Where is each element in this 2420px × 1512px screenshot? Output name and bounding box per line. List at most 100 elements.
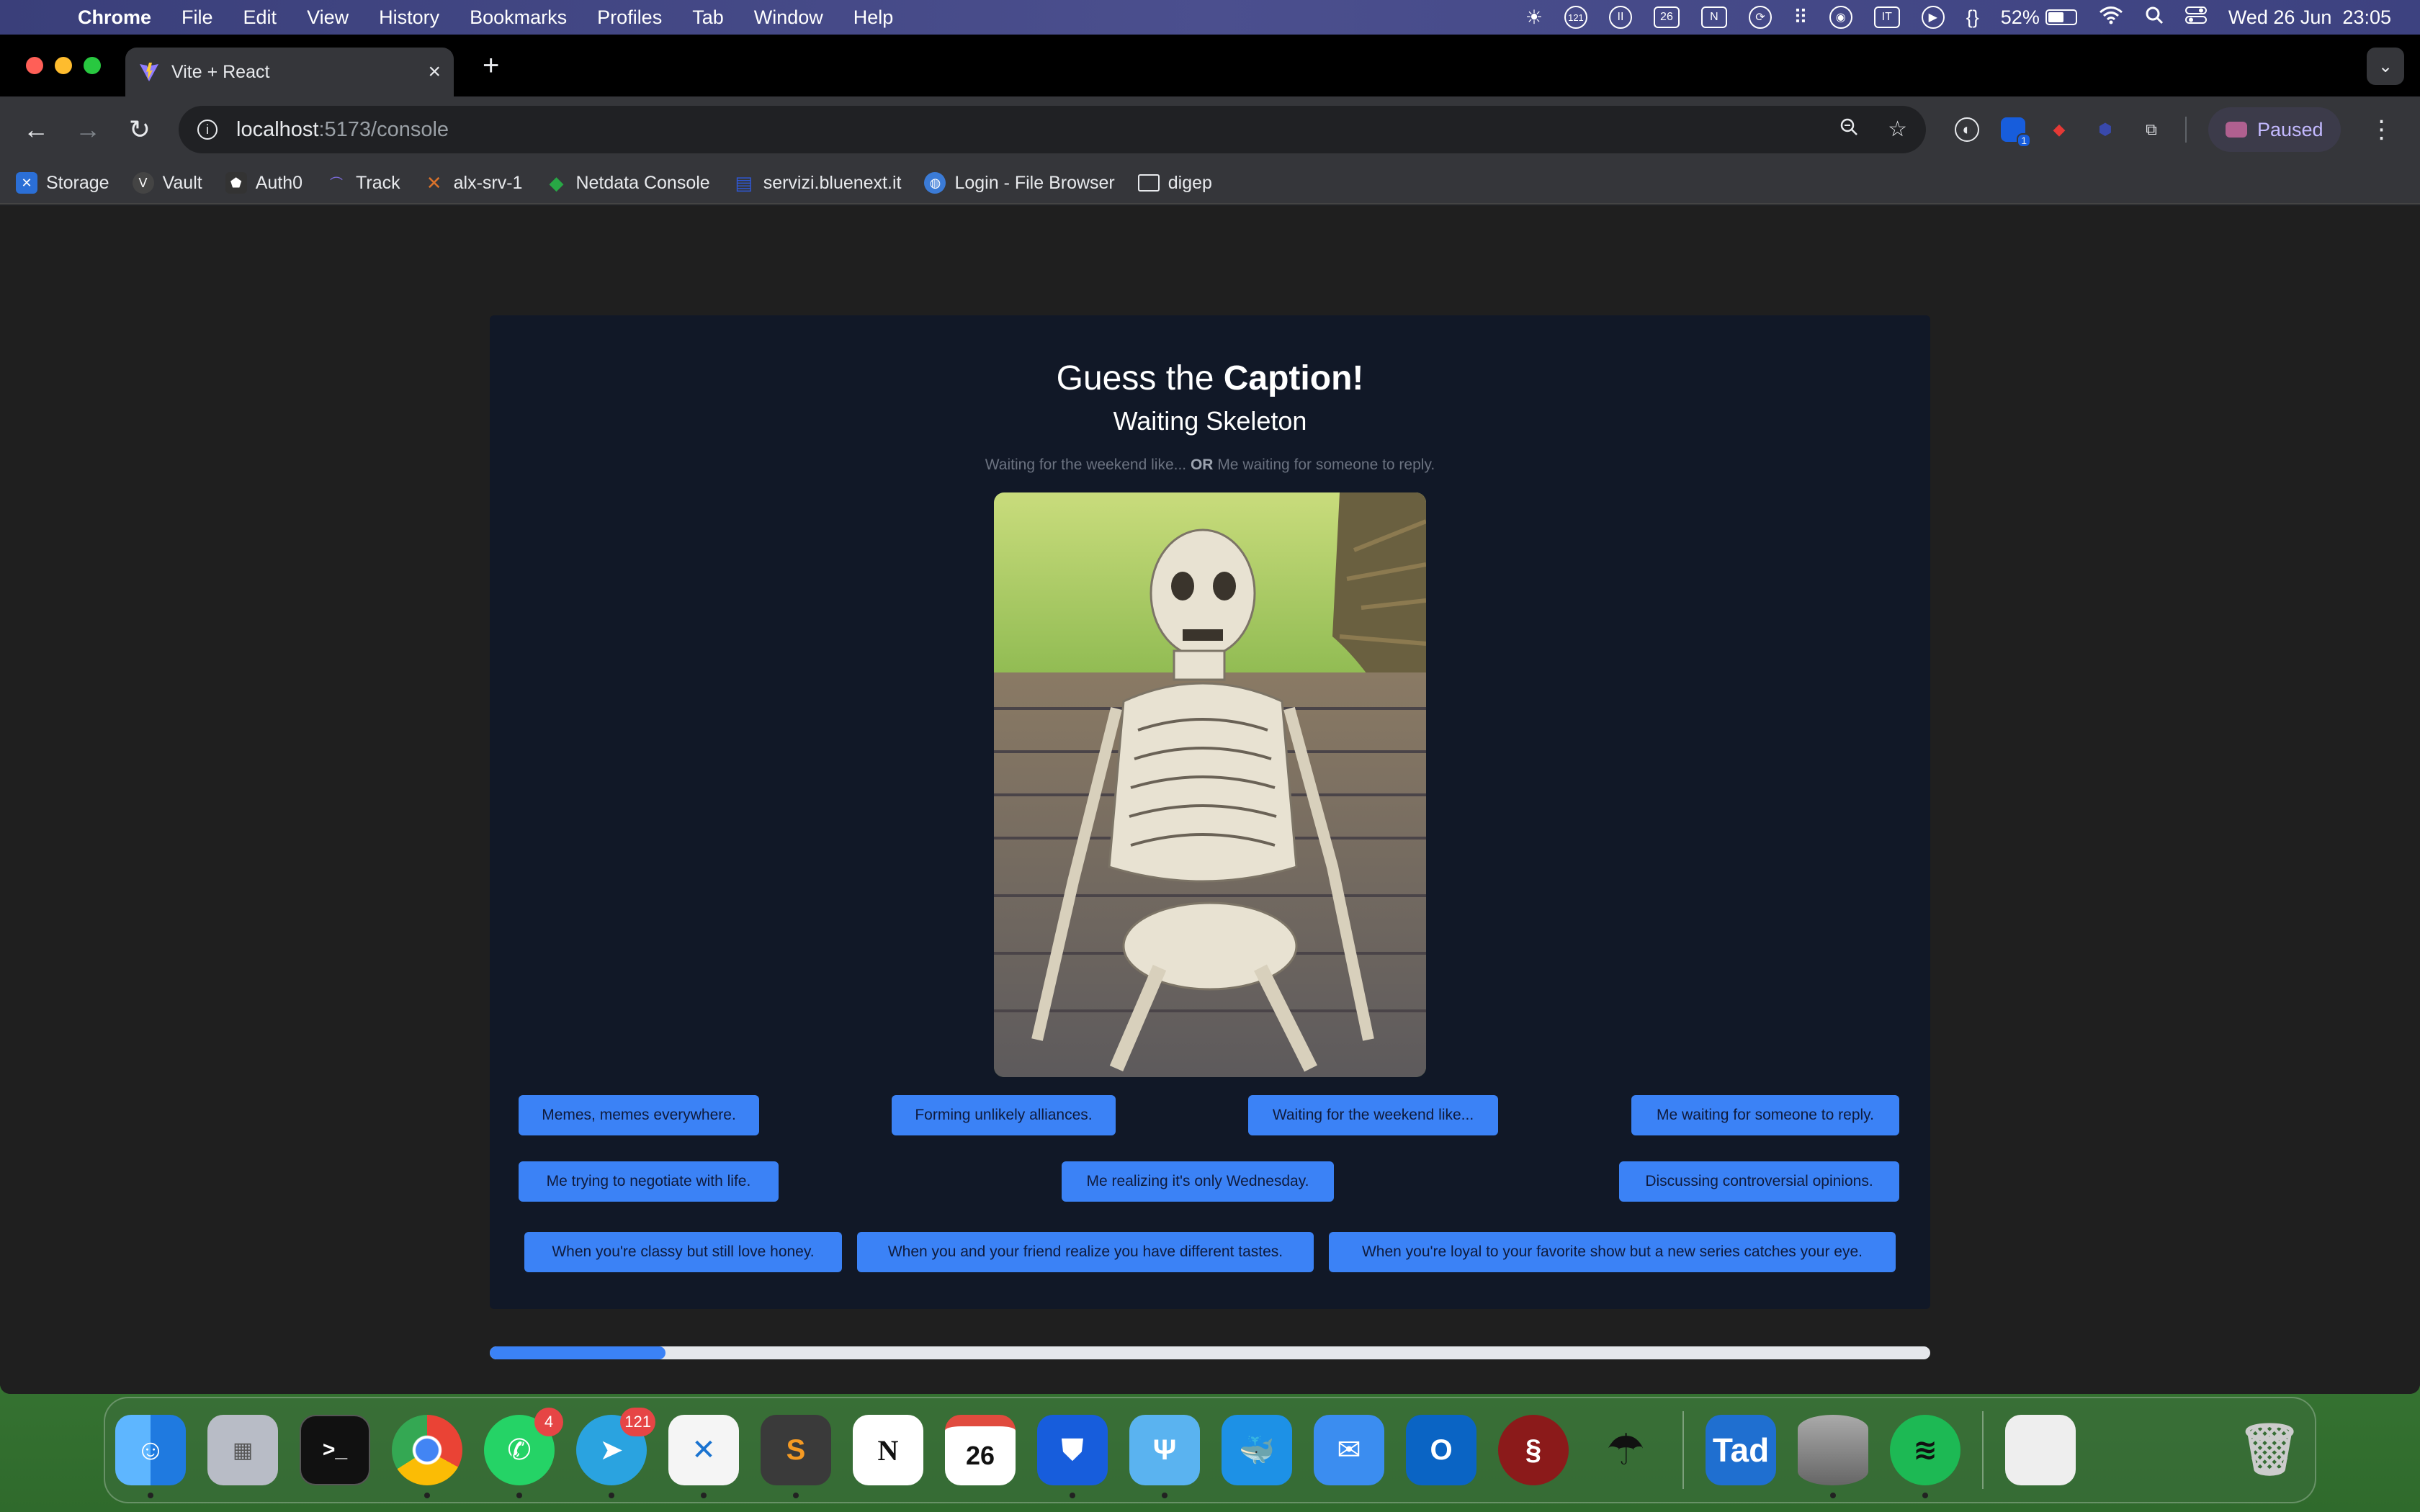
menu-app-name[interactable]: Chrome: [78, 6, 151, 29]
minimize-window-button[interactable]: [55, 57, 72, 74]
bookmark-storage[interactable]: ✕ Storage: [16, 172, 109, 194]
datetime[interactable]: Wed 26 Jun 23:05: [2228, 6, 2391, 29]
profile-button[interactable]: Paused: [2208, 107, 2341, 152]
bookmark-alx-srv-1[interactable]: ✕ alx-srv-1: [424, 172, 523, 194]
caption-option-button[interactable]: When you're classy but still love honey.: [524, 1232, 842, 1272]
netdata-icon: ◆: [549, 171, 564, 194]
wifi-icon[interactable]: [2099, 6, 2123, 30]
bookmark-auth0[interactable]: ⬟ Auth0: [225, 172, 302, 194]
caption-option-button[interactable]: Me trying to negotiate with life.: [519, 1161, 779, 1202]
caption-option-button[interactable]: Forming unlikely alliances.: [892, 1095, 1116, 1135]
bookmark-file-browser[interactable]: ◍ Login - File Browser: [924, 172, 1115, 194]
database-icon[interactable]: [1798, 1415, 1868, 1498]
extension-dark-icon[interactable]: ◐: [1955, 117, 1979, 142]
bookmark-netdata[interactable]: ◆ Netdata Console: [545, 172, 709, 194]
forward-button[interactable]: →: [66, 108, 109, 151]
tad-icon[interactable]: Tad: [1706, 1415, 1776, 1485]
menu-file[interactable]: File: [182, 6, 213, 29]
bookmark-label: Netdata Console: [575, 172, 710, 193]
extensions-area: ◐ 1 ◆ ⬢ ⧉ Paused ⋮: [1955, 107, 2394, 152]
spotify-icon[interactable]: ≋: [1890, 1415, 1960, 1498]
dock-separator: [1682, 1411, 1684, 1489]
address-bar[interactable]: i localhost:5173/console ☆: [179, 106, 1926, 153]
back-button[interactable]: ←: [14, 108, 58, 151]
terminal-icon[interactable]: >_: [300, 1415, 370, 1485]
caption-option-button[interactable]: Discussing controversial opinions.: [1619, 1161, 1899, 1202]
caption-option-button[interactable]: Me waiting for someone to reply.: [1631, 1095, 1899, 1135]
vscode-icon[interactable]: ✕: [668, 1415, 739, 1498]
toolbar-divider: [2185, 117, 2187, 143]
notion-icon[interactable]: N: [853, 1415, 923, 1485]
reload-button[interactable]: ↻: [118, 108, 161, 151]
bookmark-star-icon[interactable]: ☆: [1888, 117, 1907, 143]
menu-profiles[interactable]: Profiles: [597, 6, 662, 29]
menu-view[interactable]: View: [307, 6, 349, 29]
caption-option-button[interactable]: Waiting for the weekend like...: [1248, 1095, 1498, 1135]
notifications-status-icon[interactable]: 121: [1564, 6, 1587, 29]
zoom-icon[interactable]: [1839, 117, 1859, 143]
telegram-icon[interactable]: ➤ 121: [576, 1408, 655, 1498]
outlook-icon[interactable]: O: [1406, 1415, 1476, 1485]
caption-option-button[interactable]: When you're loyal to your favorite show …: [1329, 1232, 1896, 1272]
red-extension-icon[interactable]: ◆: [2047, 117, 2071, 142]
bitwarden-extension-icon[interactable]: 1: [2001, 117, 2031, 148]
bitwarden-icon[interactable]: ⛊: [1037, 1415, 1108, 1498]
menu-bookmarks[interactable]: Bookmarks: [470, 6, 567, 29]
menu-window[interactable]: Window: [754, 6, 823, 29]
notion-status-icon[interactable]: N: [1700, 6, 1727, 28]
control-center-icon[interactable]: [2184, 6, 2207, 30]
more-menu-icon[interactable]: ⋮: [2370, 115, 2394, 144]
fork-icon[interactable]: Ψ: [1129, 1415, 1200, 1498]
whatsapp-icon[interactable]: ✆ 4: [484, 1408, 563, 1498]
bookmark-vault[interactable]: V Vault: [132, 172, 202, 194]
tab-search-button[interactable]: ⌄: [2367, 48, 2404, 85]
close-window-button[interactable]: [26, 57, 43, 74]
umbrella-icon[interactable]: ☂: [1590, 1415, 1661, 1485]
new-tab-button[interactable]: +: [483, 50, 499, 82]
sublime-text-icon[interactable]: S: [761, 1415, 831, 1498]
bookmark-folder-digep[interactable]: digep: [1137, 173, 1212, 194]
grid-icon[interactable]: ⠿: [1793, 6, 1808, 29]
pause-icon[interactable]: II: [1608, 6, 1632, 29]
launchpad-icon[interactable]: ▦: [207, 1415, 278, 1485]
vault-icon: V: [132, 172, 154, 194]
caption-option-button[interactable]: Me realizing it's only Wednesday.: [1062, 1161, 1334, 1202]
menu-history[interactable]: History: [379, 6, 439, 29]
chrome-icon[interactable]: [392, 1415, 462, 1498]
caption-option-button[interactable]: Memes, memes everywhere.: [519, 1095, 759, 1135]
calendar-icon[interactable]: 26: [945, 1415, 1016, 1485]
spotlight-search-icon[interactable]: [2145, 6, 2164, 30]
brightness-icon[interactable]: ☀: [1525, 6, 1543, 29]
finder-icon[interactable]: ☺: [115, 1415, 186, 1498]
sync-icon[interactable]: ⟳: [1748, 6, 1772, 29]
bookmark-servizi[interactable]: ▤ servizi.bluenext.it: [733, 172, 901, 194]
close-tab-icon[interactable]: ×: [428, 60, 441, 84]
bookmarks-bar: ✕ Storage V Vault ⬟ Auth0 ⌒ Track ✕ alx-srv-1…: [0, 163, 2420, 204]
url-path: :5173/console: [318, 117, 449, 141]
menu-help[interactable]: Help: [853, 6, 894, 29]
bookmark-track[interactable]: ⌒ Track: [326, 172, 400, 194]
chevron-down-icon: ⌄: [2378, 56, 2393, 76]
trash-icon[interactable]: 🗑: [2234, 1415, 2305, 1485]
extensions-puzzle-icon[interactable]: ⧉: [2139, 117, 2164, 142]
blue-extension-icon[interactable]: ⬢: [2093, 117, 2118, 142]
camera-icon[interactable]: ◉: [1829, 6, 1852, 29]
site-info-icon[interactable]: i: [197, 120, 218, 140]
menu-edit[interactable]: Edit: [243, 6, 277, 29]
tab-vite-react[interactable]: Vite + React ×: [125, 48, 454, 96]
calendar-status-icon[interactable]: 26: [1653, 6, 1680, 28]
play-icon[interactable]: ▶: [1921, 6, 1945, 29]
docker-icon[interactable]: 🐳: [1222, 1415, 1292, 1485]
input-source-icon[interactable]: IT: [1873, 6, 1900, 28]
zoom-window-button[interactable]: [84, 57, 101, 74]
bookmark-label: Storage: [46, 172, 109, 193]
document-stack-icon[interactable]: [2005, 1415, 2076, 1485]
macos-menu-bar: Chrome File Edit View History Bookmarks …: [0, 0, 2420, 35]
menu-tab[interactable]: Tab: [692, 6, 724, 29]
tab-strip: Vite + React × + ⌄: [0, 35, 2420, 96]
wireguard-icon[interactable]: §: [1498, 1415, 1569, 1485]
caption-option-button[interactable]: When you and your friend realize you hav…: [857, 1232, 1314, 1272]
mail-icon[interactable]: ✉: [1314, 1415, 1384, 1485]
braces-icon[interactable]: {}: [1966, 6, 1979, 29]
battery-status[interactable]: 52%: [2001, 6, 2077, 29]
